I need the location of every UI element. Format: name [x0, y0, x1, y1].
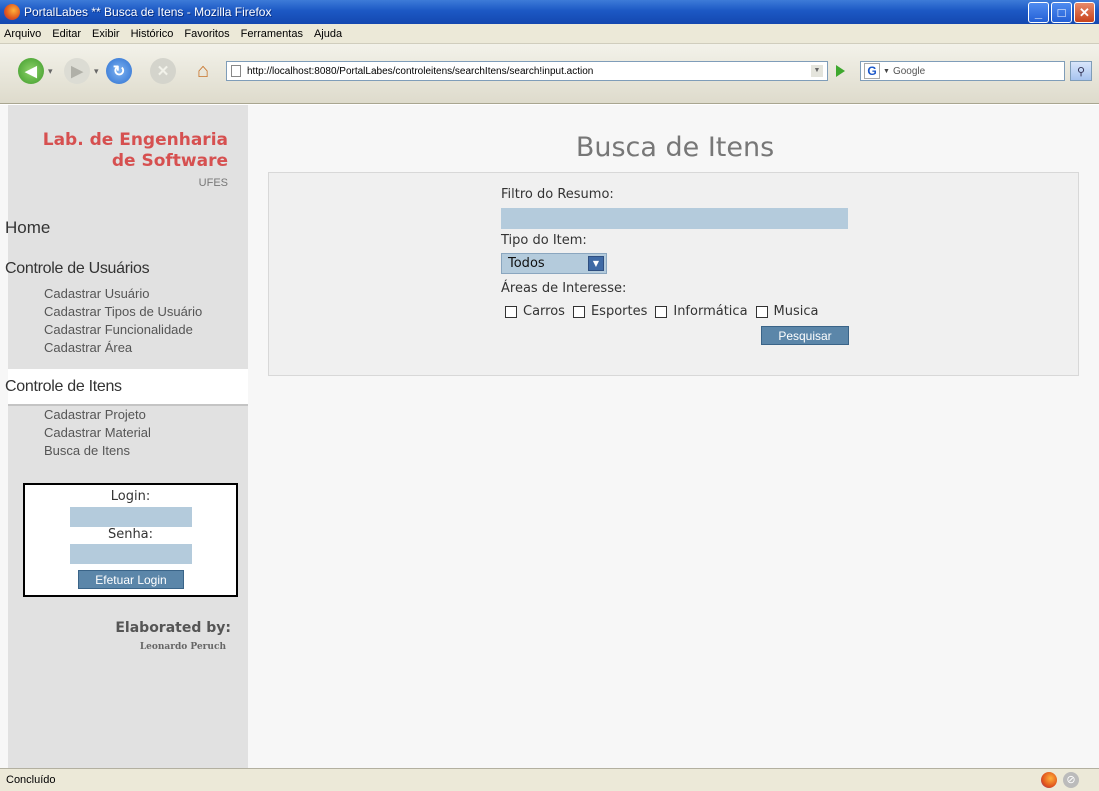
minimize-icon[interactable]: _ — [1028, 2, 1049, 23]
forward-arrow-icon[interactable]: ▶ — [64, 58, 90, 84]
window-title: PortalLabes ** Busca de Itens - Mozilla … — [24, 5, 272, 19]
area-option: Musica — [755, 304, 819, 319]
lab-title: Lab. de Engenharia de Software — [43, 130, 228, 172]
search-form-panel: Filtro do Resumo: Tipo do Item: Todos ▼ … — [268, 172, 1079, 376]
nav-cadastrar-funcionalidade[interactable]: Cadastrar Funcionalidade — [44, 321, 193, 339]
nav-busca-itens[interactable]: Busca de Itens — [44, 442, 130, 460]
chevron-down-icon[interactable]: ▼ — [588, 256, 604, 271]
login-input[interactable] — [70, 507, 192, 527]
nav-cadastrar-area[interactable]: Cadastrar Área — [44, 339, 132, 357]
checkbox-esportes[interactable] — [572, 305, 585, 318]
lab-title-line2: de Software — [111, 151, 228, 171]
checkbox-carros[interactable] — [505, 305, 517, 318]
type-label: Tipo do Item: — [501, 233, 587, 248]
home-icon[interactable]: ⌂ — [190, 58, 216, 84]
reload-icon[interactable]: ↻ — [106, 58, 132, 84]
back-arrow-icon[interactable]: ◀ — [18, 58, 44, 84]
search-icon[interactable]: ⚲ — [1070, 61, 1092, 81]
firefox-status-icon — [1041, 772, 1057, 788]
search-placeholder: Google — [892, 65, 926, 77]
password-label: Senha: — [107, 527, 154, 542]
go-arrow-icon[interactable] — [836, 65, 845, 77]
section-controle-usuarios[interactable]: Controle de Usuários — [5, 260, 150, 278]
menu-bar: Arquivo Editar Exibir Histórico Favorito… — [0, 24, 1099, 44]
search-engine-box[interactable]: G ▼ Google — [860, 61, 1065, 81]
navigation-toolbar: ◀ ▾ ▶ ▾ ↻ ✕ ⌂ http://localhost:8080/Port… — [0, 44, 1099, 104]
search-button[interactable]: Pesquisar — [761, 326, 849, 345]
menu-exibir[interactable]: Exibir — [92, 28, 120, 40]
checkbox-informatica[interactable] — [655, 305, 668, 318]
areas-checkboxes: Carros Esportes Informática Musica — [505, 304, 827, 319]
menu-arquivo[interactable]: Arquivo — [4, 28, 41, 40]
nav-cadastrar-material[interactable]: Cadastrar Material — [44, 424, 151, 442]
login-button[interactable]: Efetuar Login — [78, 570, 184, 589]
url-text: http://localhost:8080/PortalLabes/contro… — [247, 65, 594, 77]
window-controls: _ □ ✕ — [1028, 2, 1095, 23]
lab-title-line1: Lab. de Engenharia — [42, 130, 228, 150]
filter-input[interactable] — [501, 208, 848, 229]
nav-cadastrar-usuario[interactable]: Cadastrar Usuário — [44, 285, 150, 303]
url-bar[interactable]: http://localhost:8080/PortalLabes/contro… — [226, 61, 828, 81]
stop-icon[interactable]: ✕ — [150, 58, 176, 84]
sidebar: Lab. de Engenharia de Software UFES Home… — [5, 105, 248, 768]
page-content: Lab. de Engenharia de Software UFES Home… — [0, 105, 1099, 768]
section-controle-itens[interactable]: Controle de Itens — [5, 378, 122, 396]
nav-cadastrar-tipos-usuario[interactable]: Cadastrar Tipos de Usuário — [44, 303, 202, 321]
login-label: Login: — [110, 489, 151, 504]
menu-ferramentas[interactable]: Ferramentas — [241, 28, 303, 40]
area-option: Informática — [655, 304, 748, 319]
forward-history-chevron-icon[interactable]: ▾ — [94, 66, 99, 77]
status-text: Concluído — [6, 774, 56, 786]
url-history-chevron-icon[interactable]: ▼ — [811, 65, 823, 77]
blocked-icon: ⊘ — [1063, 772, 1079, 788]
login-box: Login: Senha: Efetuar Login — [23, 483, 238, 597]
page-icon — [231, 65, 241, 77]
menu-historico[interactable]: Histórico — [131, 28, 174, 40]
credit-label: Elaborated by: — [115, 620, 231, 636]
menu-favoritos[interactable]: Favoritos — [184, 28, 229, 40]
credit-name: Leonardo Peruch — [139, 642, 226, 652]
status-bar: Concluído ⊘ — [0, 768, 1099, 791]
firefox-icon — [4, 4, 20, 20]
area-option: Carros — [505, 304, 565, 319]
google-icon[interactable]: G — [864, 63, 880, 79]
page-title: Busca de Itens — [575, 132, 775, 163]
filter-label: Filtro do Resumo: — [501, 187, 614, 202]
window-titlebar: PortalLabes ** Busca de Itens - Mozilla … — [0, 0, 1099, 24]
search-engine-chevron-icon[interactable]: ▼ — [883, 68, 890, 75]
checkbox-label: Musica — [773, 304, 819, 319]
type-select-value: Todos — [508, 256, 545, 271]
menu-editar[interactable]: Editar — [52, 28, 81, 40]
areas-label: Áreas de Interesse: — [501, 281, 627, 296]
maximize-icon[interactable]: □ — [1051, 2, 1072, 23]
nav-home[interactable]: Home — [5, 218, 50, 238]
menu-ajuda[interactable]: Ajuda — [314, 28, 342, 40]
checkbox-musica[interactable] — [755, 305, 768, 318]
checkbox-label: Informática — [673, 304, 748, 319]
nav-cadastrar-projeto[interactable]: Cadastrar Projeto — [44, 406, 146, 424]
lab-subtitle: UFES — [198, 177, 228, 189]
area-option: Esportes — [572, 304, 648, 319]
close-icon[interactable]: ✕ — [1074, 2, 1095, 23]
checkbox-label: Esportes — [590, 304, 648, 319]
back-history-chevron-icon[interactable]: ▾ — [48, 66, 53, 77]
password-input[interactable] — [70, 544, 192, 564]
type-select[interactable]: Todos ▼ — [501, 253, 607, 274]
checkbox-label: Carros — [523, 304, 565, 319]
